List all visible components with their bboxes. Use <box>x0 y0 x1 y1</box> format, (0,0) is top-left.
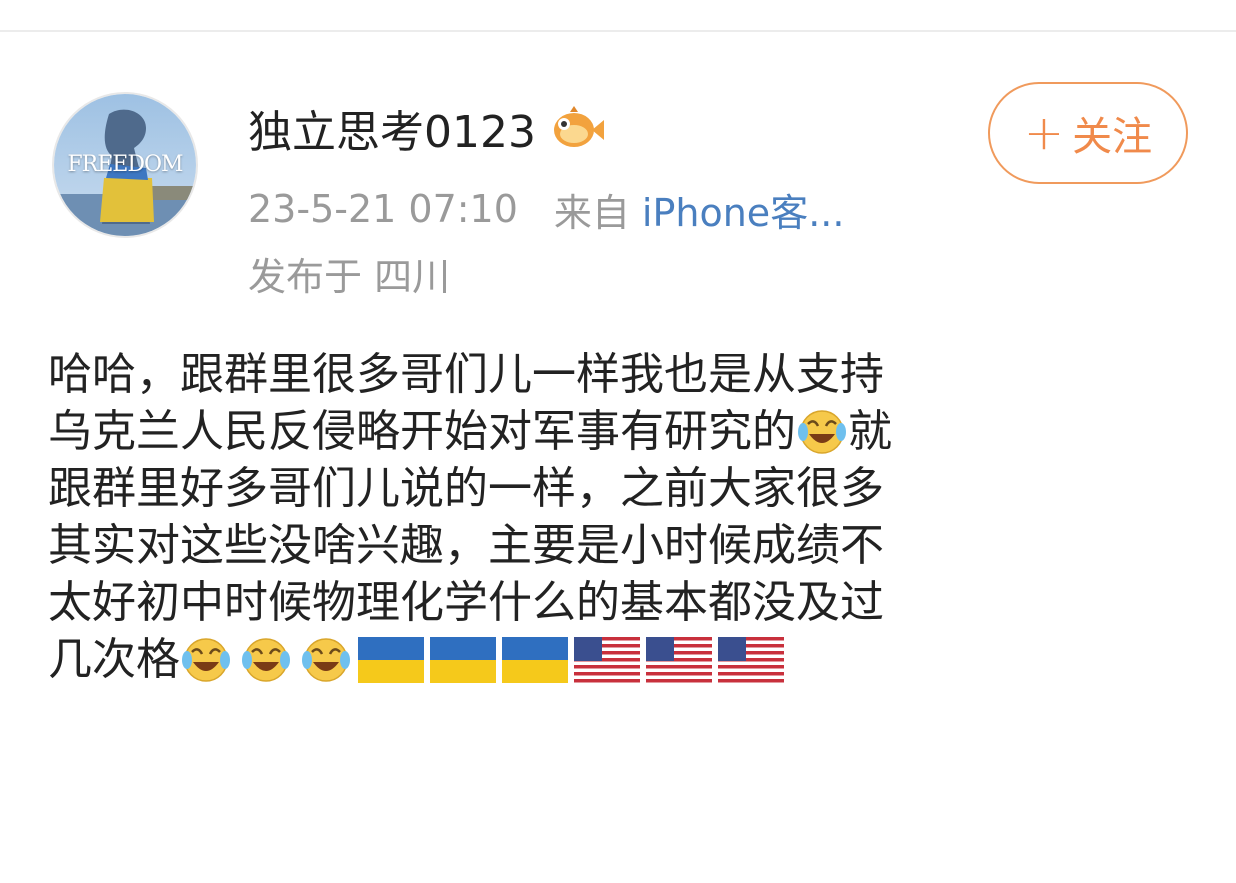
post-text: 乌克兰人民反侵略开始对军事有研究的 <box>48 406 796 457</box>
ukraine-flag-icon <box>502 636 568 683</box>
source-link[interactable]: iPhone客... <box>642 182 845 237</box>
avatar[interactable]: FREEDOM <box>52 92 198 238</box>
laugh-cry-emoji-icon <box>798 409 846 454</box>
post-line-1: 哈哈，跟群里很多哥们儿一样我也是从支持 <box>48 346 1198 403</box>
post-line-6: 几次格 <box>48 631 1198 688</box>
follow-label: 关注 <box>1072 114 1153 160</box>
post-text: 太好初中时候物理化学什么的基本都没及过 <box>48 577 884 628</box>
post-meta: 23-5-21 07:10 来自 iPhone客... <box>248 182 845 237</box>
avatar-text: FREEDOM <box>67 152 183 177</box>
laugh-cry-emoji-icon <box>242 637 290 682</box>
plus-icon: + <box>1023 105 1065 161</box>
post-text: 就 <box>848 406 892 457</box>
ukraine-flag-icon <box>430 636 496 683</box>
post-line-5: 太好初中时候物理化学什么的基本都没及过 <box>48 574 1198 631</box>
post-body: 哈哈，跟群里很多哥们儿一样我也是从支持 乌克兰人民反侵略开始对军事有研究的 就 … <box>48 346 1198 688</box>
ukraine-flag-icon <box>358 636 424 683</box>
top-divider <box>0 30 1236 32</box>
post-text: 几次格 <box>48 634 180 685</box>
laugh-cry-emoji-icon <box>182 637 230 682</box>
laugh-cry-emoji-icon <box>302 637 350 682</box>
timestamp: 23-5-21 07:10 <box>248 187 518 231</box>
usa-flag-icon <box>718 636 784 683</box>
post-text: 跟群里好多哥们儿说的一样，之前大家很多 <box>48 463 884 514</box>
location: 发布于 四川 <box>248 248 451 299</box>
post-line-2: 乌克兰人民反侵略开始对军事有研究的 就 <box>48 403 1198 460</box>
post-text: 哈哈，跟群里很多哥们儿一样我也是从支持 <box>48 349 884 400</box>
post-line-3: 跟群里好多哥们儿说的一样，之前大家很多 <box>48 460 1198 517</box>
username[interactable]: 独立思考0123 <box>248 96 536 160</box>
badge-fish-icon <box>553 106 604 147</box>
follow-button[interactable]: + 关注 <box>988 82 1188 184</box>
usa-flag-icon <box>574 636 640 683</box>
post-text: 其实对这些没啥兴趣，主要是小时候成绩不 <box>48 520 884 571</box>
username-row: 独立思考0123 <box>248 98 606 158</box>
post-line-4: 其实对这些没啥兴趣，主要是小时候成绩不 <box>48 517 1198 574</box>
from-label: 来自 <box>553 190 630 235</box>
location-text: 发布于 四川 <box>248 254 451 299</box>
usa-flag-icon <box>646 636 712 683</box>
